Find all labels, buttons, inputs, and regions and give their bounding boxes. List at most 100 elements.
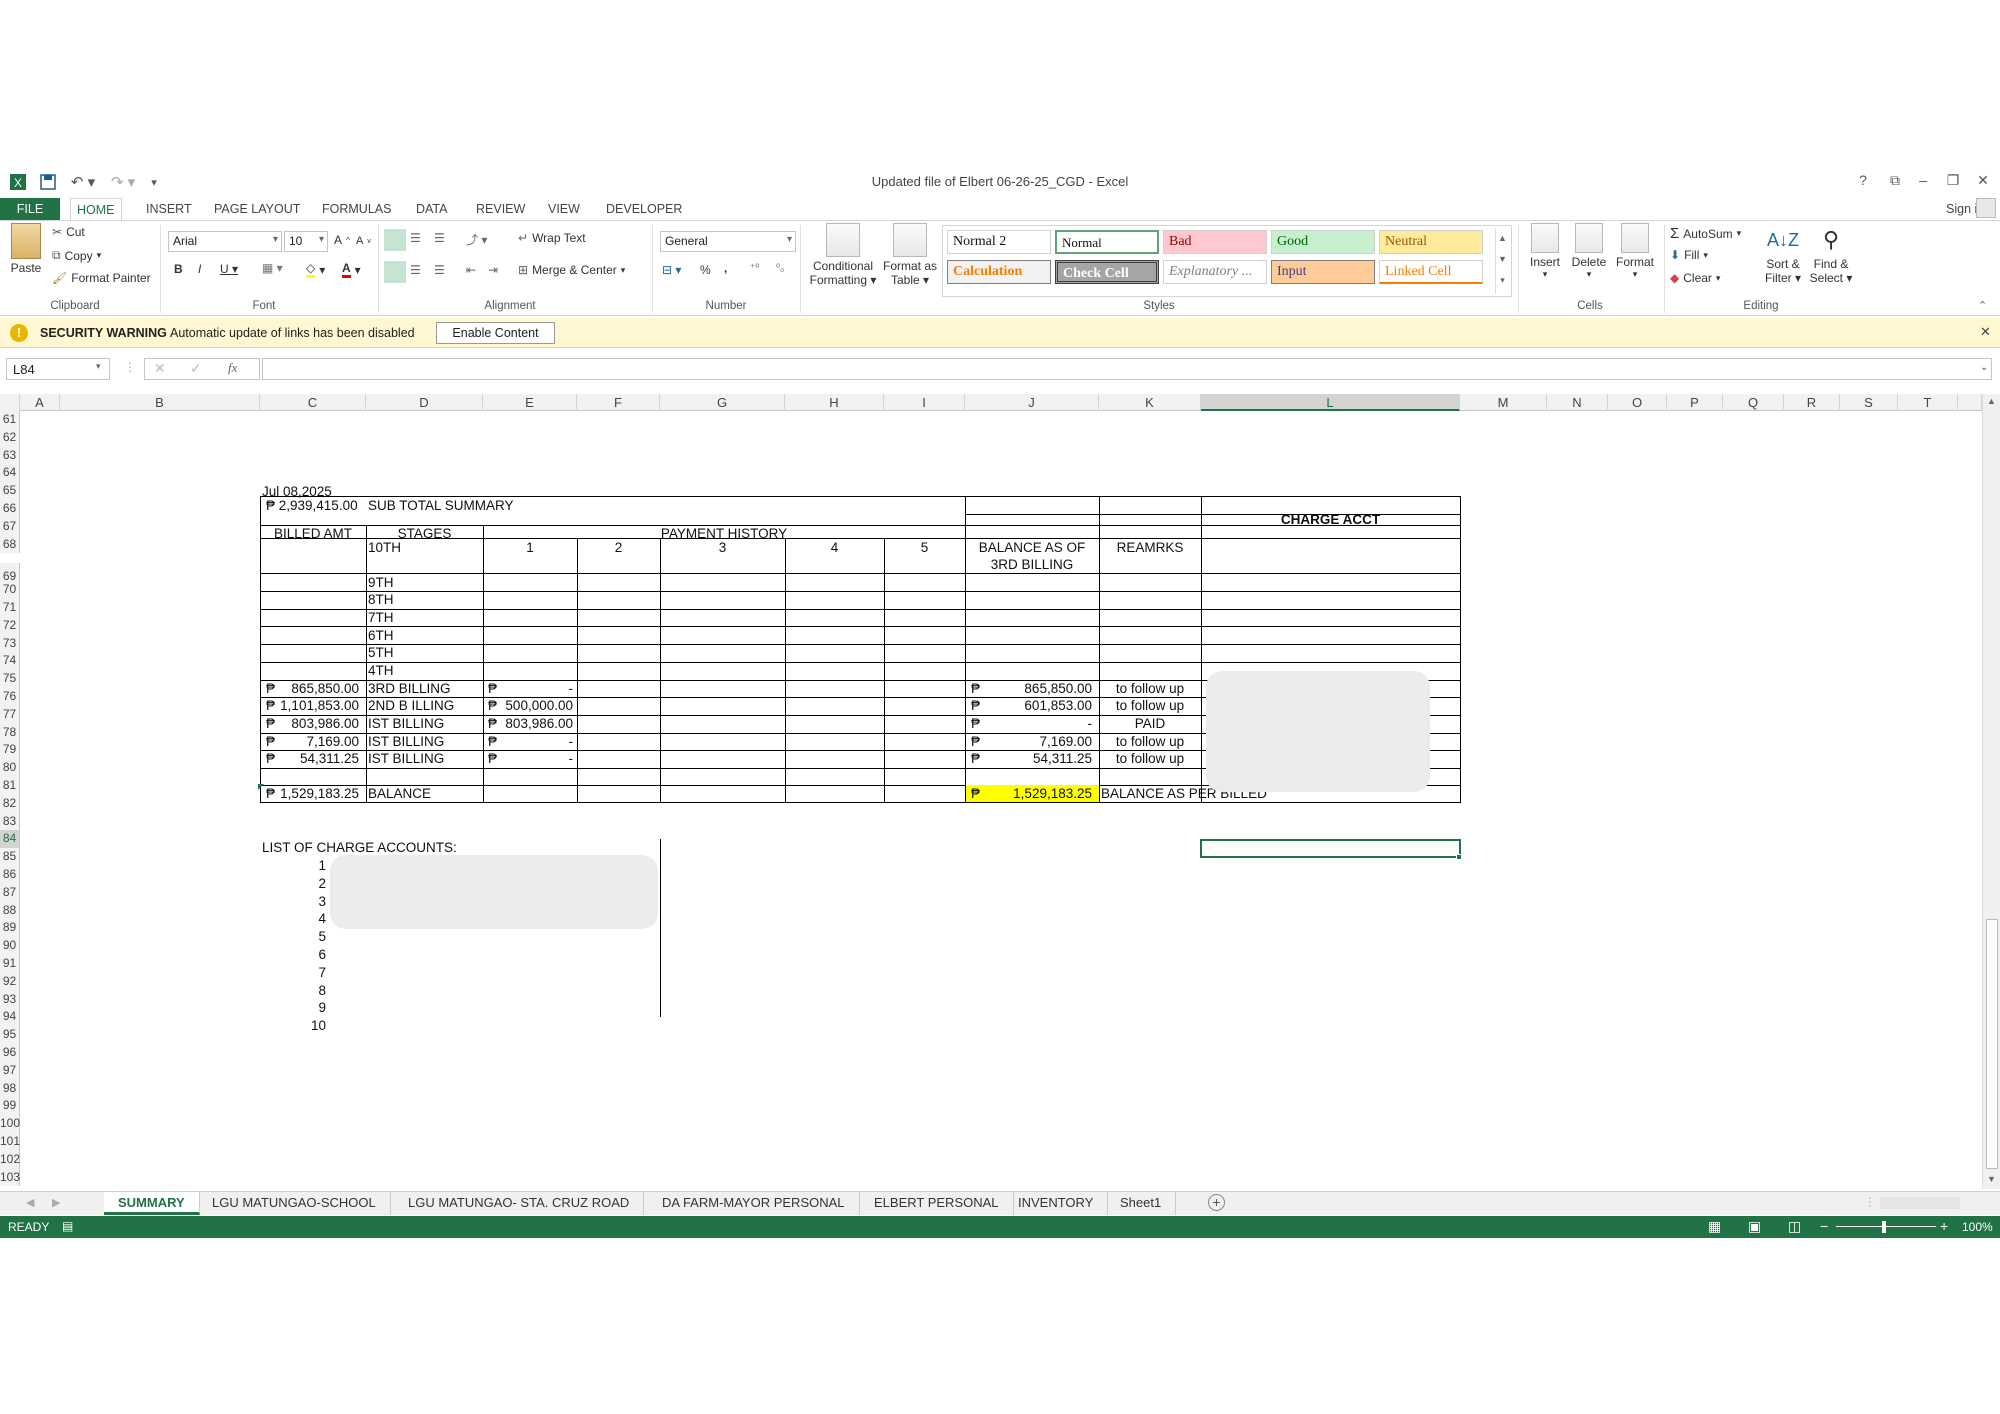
stage-cell[interactable]: 10TH — [368, 539, 401, 556]
payment-col-header[interactable]: 4 — [785, 539, 884, 556]
row-header[interactable]: 65 — [0, 482, 20, 500]
row-header[interactable]: 72 — [0, 616, 20, 635]
balance-cell[interactable]: 865,850.00 — [965, 680, 1092, 697]
stage-cell[interactable]: 8TH — [368, 591, 394, 608]
payment-1[interactable]: - — [483, 733, 574, 750]
list-item[interactable]: 1 — [262, 857, 326, 874]
balance-cell[interactable]: 54,311.25 — [965, 750, 1092, 767]
row-header[interactable]: 98 — [0, 1079, 20, 1098]
remark-cell[interactable]: to follow up — [1099, 733, 1201, 750]
zoom-in-icon[interactable]: + — [1940, 1218, 1948, 1234]
billed-amt-header[interactable]: BILLED AMT — [260, 525, 366, 542]
row-header[interactable]: 81 — [0, 777, 20, 795]
balance-cell[interactable]: 7,169.00 — [965, 733, 1092, 750]
sheet-tab-inventory[interactable]: INVENTORY — [1004, 1192, 1109, 1215]
scroll-down-icon[interactable]: ▼ — [1987, 1174, 1996, 1184]
stage-cell[interactable]: 6TH — [368, 627, 394, 644]
sheet-tab-lgu-road[interactable]: LGU MATUNGAO- STA. CRUZ ROAD — [394, 1192, 645, 1215]
zoom-out-icon[interactable]: − — [1820, 1218, 1828, 1234]
list-item[interactable]: 9 — [262, 999, 326, 1016]
row-header[interactable]: 80 — [0, 759, 20, 777]
billed-amount[interactable]: 803,986.00 — [262, 715, 359, 732]
sheet-tab-sheet1[interactable]: Sheet1 — [1106, 1192, 1177, 1215]
row-header[interactable]: 93 — [0, 990, 20, 1009]
payment-1[interactable]: - — [483, 750, 574, 767]
row-header[interactable]: 89 — [0, 919, 20, 938]
charge-acct-header[interactable]: CHARGE ACCT — [1201, 511, 1460, 528]
row-header[interactable]: 76 — [0, 688, 20, 706]
payment-col-header[interactable]: 1 — [483, 539, 577, 556]
page-break-view-icon[interactable]: ◫ — [1788, 1218, 1801, 1235]
billed-amount[interactable]: 7,169.00 — [262, 733, 359, 750]
next-sheet-icon[interactable]: ▶ — [52, 1196, 60, 1209]
stage-cell[interactable]: 5TH — [368, 644, 394, 661]
remark-cell[interactable]: to follow up — [1099, 680, 1201, 697]
stage-cell[interactable]: 2ND B ILLING — [368, 697, 454, 714]
list-item[interactable]: 3 — [262, 893, 326, 910]
selected-cell[interactable] — [1200, 839, 1461, 858]
row-header[interactable]: 68 — [0, 535, 20, 554]
normal-view-icon[interactable]: ▦ — [1708, 1218, 1721, 1235]
stage-cell[interactable]: IST BILLING — [368, 715, 444, 732]
prev-sheet-icon[interactable]: ◀ — [26, 1196, 34, 1209]
balance-billed[interactable]: 1,529,183.25 — [262, 785, 359, 802]
row-header[interactable]: 64 — [0, 464, 20, 483]
horizontal-scrollbar[interactable] — [1880, 1197, 1960, 1209]
page-layout-view-icon[interactable]: ▣ — [1748, 1218, 1761, 1235]
zoom-slider[interactable] — [1836, 1226, 1936, 1227]
stage-cell[interactable]: IST BILLING — [368, 733, 444, 750]
balance-header-line2[interactable]: 3RD BILLING — [965, 556, 1099, 573]
payment-col-header[interactable]: 2 — [577, 539, 660, 556]
vertical-scrollbar[interactable]: ▲ ▼ — [1982, 394, 2000, 1189]
row-header[interactable]: 96 — [0, 1044, 20, 1062]
row-header[interactable]: 100 — [0, 1115, 20, 1133]
list-title[interactable]: LIST OF CHARGE ACCOUNTS: — [262, 839, 457, 856]
zoom-level[interactable]: 100% — [1962, 1220, 1993, 1234]
payment-1[interactable]: 500,000.00 — [483, 697, 573, 714]
row-header[interactable]: 77 — [0, 705, 20, 724]
worksheet-grid[interactable]: Jul 08,2025 ₱ 2,939,415.00 SUB TOTAL SUM… — [0, 166, 2000, 1248]
remarks-header[interactable]: REAMRKS — [1099, 539, 1201, 556]
row-header[interactable]: 84 — [0, 830, 20, 849]
remark-cell[interactable]: to follow up — [1099, 750, 1201, 767]
row-header[interactable]: 79 — [0, 741, 20, 760]
add-sheet-icon[interactable]: + — [1208, 1194, 1225, 1211]
row-header[interactable]: 70 — [0, 581, 20, 599]
row-header[interactable]: 90 — [0, 937, 20, 955]
row-header[interactable]: 95 — [0, 1026, 20, 1044]
row-header[interactable]: 92 — [0, 972, 20, 991]
stage-cell[interactable]: IST BILLING — [368, 750, 444, 767]
scroll-thumb[interactable] — [1986, 919, 1998, 1169]
stage-cell[interactable]: 3RD BILLING — [368, 680, 451, 697]
subtotal-label[interactable]: SUB TOTAL SUMMARY — [368, 497, 514, 514]
sheet-tab-da-farm[interactable]: DA FARM-MAYOR PERSONAL — [648, 1192, 860, 1215]
sheet-tab-lgu-school[interactable]: LGU MATUNGAO-SCHOOL — [198, 1192, 391, 1215]
row-header[interactable]: 91 — [0, 955, 20, 973]
list-item[interactable]: 10 — [262, 1017, 326, 1034]
row-header[interactable]: 73 — [0, 634, 20, 653]
macro-record-icon[interactable]: ▤ — [62, 1219, 73, 1233]
row-header[interactable]: 85 — [0, 848, 20, 866]
sheet-tab-elbert[interactable]: ELBERT PERSONAL — [860, 1192, 1014, 1215]
row-header[interactable]: 62 — [0, 428, 20, 447]
remark-cell[interactable]: to follow up — [1099, 697, 1201, 714]
scroll-up-icon[interactable]: ▲ — [1987, 396, 1996, 406]
payment-1[interactable]: - — [483, 680, 574, 697]
payment-col-header[interactable]: 3 — [660, 539, 785, 556]
tab-split-icon[interactable]: ⋮ — [1864, 1195, 1876, 1209]
list-item[interactable]: 6 — [262, 946, 326, 963]
list-item[interactable]: 5 — [262, 928, 326, 945]
balance-cell[interactable]: - — [965, 715, 1093, 732]
payment-1[interactable]: 803,986.00 — [483, 715, 573, 732]
list-item[interactable]: 4 — [262, 910, 326, 927]
balance-stage[interactable]: BALANCE — [368, 785, 431, 802]
billed-amount[interactable]: 865,850.00 — [262, 680, 359, 697]
billed-amount[interactable]: 1,101,853.00 — [262, 697, 359, 714]
balance-cell[interactable]: 601,853.00 — [965, 697, 1092, 714]
row-header[interactable]: 75 — [0, 670, 20, 688]
sheet-tab-summary[interactable]: SUMMARY — [104, 1192, 200, 1215]
row-header[interactable]: 63 — [0, 446, 20, 465]
list-item[interactable]: 2 — [262, 875, 326, 892]
row-header[interactable]: 82 — [0, 794, 20, 813]
stage-cell[interactable]: 9TH — [368, 574, 394, 591]
